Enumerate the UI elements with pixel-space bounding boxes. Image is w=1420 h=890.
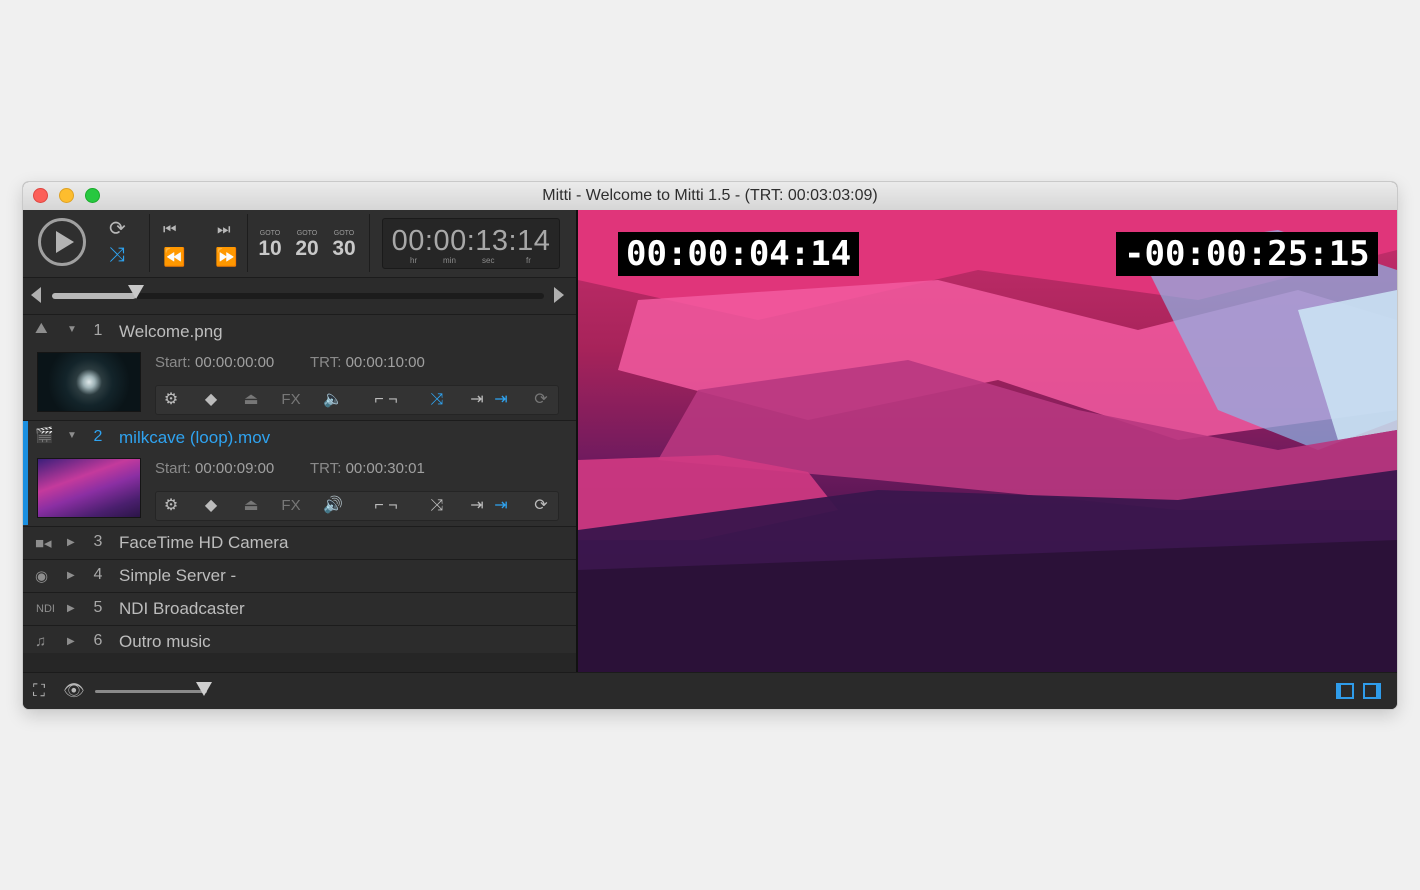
master-volume-slider[interactable] <box>95 690 207 693</box>
item-index: 1 <box>93 322 103 339</box>
title-bar[interactable]: Mitti - Welcome to Mitti 1.5 - (TRT: 00:… <box>23 182 1397 211</box>
disclosure-triangle-icon[interactable]: ▼ <box>67 324 77 335</box>
elapsed-timecode-overlay: 00:00:04:14 <box>618 232 860 276</box>
eject-icon[interactable]: ⏏ <box>236 496 266 516</box>
item-toolbar: ⚙ ◆ ⏏ FX 🔊 ⌐ ¬ ⤨ ⇥ ⇥ ⟳ <box>155 491 559 521</box>
playlist-panel: ⟳ ⤨ ⏮ ⏪ ⏭ ⏩ GOTO 10 GOTO 20 GOTO 30 00:0… <box>23 210 576 672</box>
item-start: Start: 00:00:09:00 <box>155 460 275 477</box>
loop-icon[interactable]: ⟳ <box>526 390 556 410</box>
item-index: 5 <box>93 599 103 616</box>
image-icon: ⛰ <box>35 320 48 337</box>
music-icon: ♫ <box>35 633 47 650</box>
disclosure-triangle-icon[interactable]: ▼ <box>67 430 77 441</box>
fullscreen-output-icon[interactable]: ⛶ <box>33 681 45 701</box>
previous-cue-icon[interactable]: ⏮ <box>163 220 177 240</box>
volume-icon[interactable]: 🔈 <box>318 390 348 410</box>
item-name[interactable]: Outro music <box>119 632 211 652</box>
fx-button[interactable]: FX <box>276 390 306 410</box>
tag-icon[interactable]: ◆ <box>196 390 226 410</box>
scrub-left-arrow-icon[interactable] <box>31 287 41 303</box>
item-trt: TRT: 00:00:10:00 <box>310 354 425 371</box>
show-output-layout-icon[interactable] <box>1363 683 1381 699</box>
item-index: 3 <box>93 533 103 550</box>
movie-icon: 🎬 <box>35 427 54 444</box>
master-volume-handle[interactable] <box>196 682 212 696</box>
video-output-preview: 00:00:04:14 -00:00:25:15 <box>578 210 1397 672</box>
separator <box>247 214 248 272</box>
scrub-track[interactable] <box>52 285 544 299</box>
ndi-icon: NDI <box>36 603 55 615</box>
unit-min: min <box>443 256 456 265</box>
tag-icon[interactable]: ◆ <box>196 496 226 516</box>
next-cue-icon[interactable]: ⏭ <box>217 220 231 240</box>
eject-icon[interactable]: ⏏ <box>236 390 266 410</box>
playlist-item-3[interactable]: ■◂ ▶ 3 FaceTime HD Camera <box>23 527 576 560</box>
item-index: 2 <box>93 428 103 445</box>
separator <box>369 214 370 272</box>
scrub-progress <box>52 293 136 299</box>
unit-hr: hr <box>410 256 418 265</box>
syphon-icon: ◉ <box>35 568 49 585</box>
fx-button[interactable]: FX <box>276 496 306 516</box>
eye-preview-icon[interactable]: 👁 <box>63 681 85 701</box>
disclosure-triangle-icon[interactable]: ▶ <box>67 636 75 647</box>
bottom-bar: ⛶ 👁 <box>23 672 1397 709</box>
separator <box>149 214 150 272</box>
playlist-item-1[interactable]: ⛰ ▼ 1 Welcome.png Start: 00:00:00:00 TRT… <box>23 315 576 421</box>
unit-fr: fr <box>526 256 531 265</box>
app-window: Mitti - Welcome to Mitti 1.5 - (TRT: 00:… <box>23 182 1397 709</box>
play-button[interactable] <box>38 218 86 266</box>
scrub-right-arrow-icon[interactable] <box>554 287 564 303</box>
playlist-item-5[interactable]: NDI ▶ 5 NDI Broadcaster <box>23 593 576 626</box>
remaining-timecode-overlay: -00:00:25:15 <box>1116 232 1378 276</box>
jump-to-start-icon[interactable]: ⏪ <box>163 247 185 267</box>
goto-30-button[interactable]: GOTO 30 <box>329 230 359 260</box>
item-index: 6 <box>93 632 103 649</box>
playlist-item-4[interactable]: ◉ ▶ 4 Simple Server - <box>23 560 576 593</box>
fade-in-out-icon[interactable]: ⌐ ¬ <box>364 496 408 516</box>
scrubber <box>23 278 576 315</box>
playlist-empty-area[interactable] <box>23 653 576 672</box>
item-start: Start: 00:00:00:00 <box>155 354 275 371</box>
fade-in-out-icon[interactable]: ⌐ ¬ <box>364 390 408 410</box>
shuffle-icon[interactable]: ⤨ <box>422 390 452 410</box>
settings-gear-icon[interactable]: ⚙ <box>156 496 186 516</box>
video-frame-art <box>578 210 1397 672</box>
item-index: 4 <box>93 566 103 583</box>
show-playlist-layout-icon[interactable] <box>1336 683 1354 699</box>
item-toolbar: ⚙ ◆ ⏏ FX 🔈 ⌐ ¬ ⤨ ⇥ ⇥ ⟳ <box>155 385 559 415</box>
volume-icon[interactable]: 🔊 <box>318 496 348 516</box>
disclosure-triangle-icon[interactable]: ▶ <box>67 603 75 614</box>
item-name[interactable]: Simple Server - <box>119 566 236 586</box>
camera-icon: ■◂ <box>35 535 52 552</box>
transport-controls: ⟳ ⤨ ⏮ ⏪ ⏭ ⏩ GOTO 10 GOTO 20 GOTO 30 00:0… <box>23 210 576 278</box>
shuffle-icon[interactable]: ⤨ <box>109 245 125 265</box>
item-name[interactable]: Welcome.png <box>119 322 223 342</box>
item-name[interactable]: milkcave (loop).mov <box>119 428 270 448</box>
scrub-handle[interactable] <box>128 285 144 299</box>
item-name[interactable]: NDI Broadcaster <box>119 599 245 619</box>
disclosure-triangle-icon[interactable]: ▶ <box>67 570 75 581</box>
item-name[interactable]: FaceTime HD Camera <box>119 533 288 553</box>
window-title: Mitti - Welcome to Mitti 1.5 - (TRT: 00:… <box>542 187 878 204</box>
goto-20-button[interactable]: GOTO 20 <box>292 230 322 260</box>
item-thumbnail <box>37 458 141 518</box>
loop-icon[interactable]: ⟳ <box>526 496 556 516</box>
unit-sec: sec <box>482 256 495 265</box>
pause-at-end-icon[interactable]: ⇥ <box>486 390 516 410</box>
playlist-item-2[interactable]: 🎬 ▼ 2 milkcave (loop).mov Start: 00:00:0… <box>23 421 576 527</box>
active-indicator <box>23 421 28 525</box>
disclosure-triangle-icon[interactable]: ▶ <box>67 537 75 548</box>
settings-gear-icon[interactable]: ⚙ <box>156 390 186 410</box>
shuffle-icon[interactable]: ⤨ <box>422 496 452 516</box>
timecode-display: 00:00:13:14 hr min sec fr <box>382 218 560 269</box>
pause-at-end-icon[interactable]: ⇥ <box>486 496 516 516</box>
loop-icon[interactable]: ⟳ <box>109 219 126 239</box>
goto-10-button[interactable]: GOTO 10 <box>255 230 285 260</box>
current-timecode: 00:00:13:14 <box>391 225 551 257</box>
item-trt: TRT: 00:00:30:01 <box>310 460 425 477</box>
jump-to-end-icon[interactable]: ⏩ <box>215 247 237 267</box>
item-thumbnail <box>37 352 141 412</box>
